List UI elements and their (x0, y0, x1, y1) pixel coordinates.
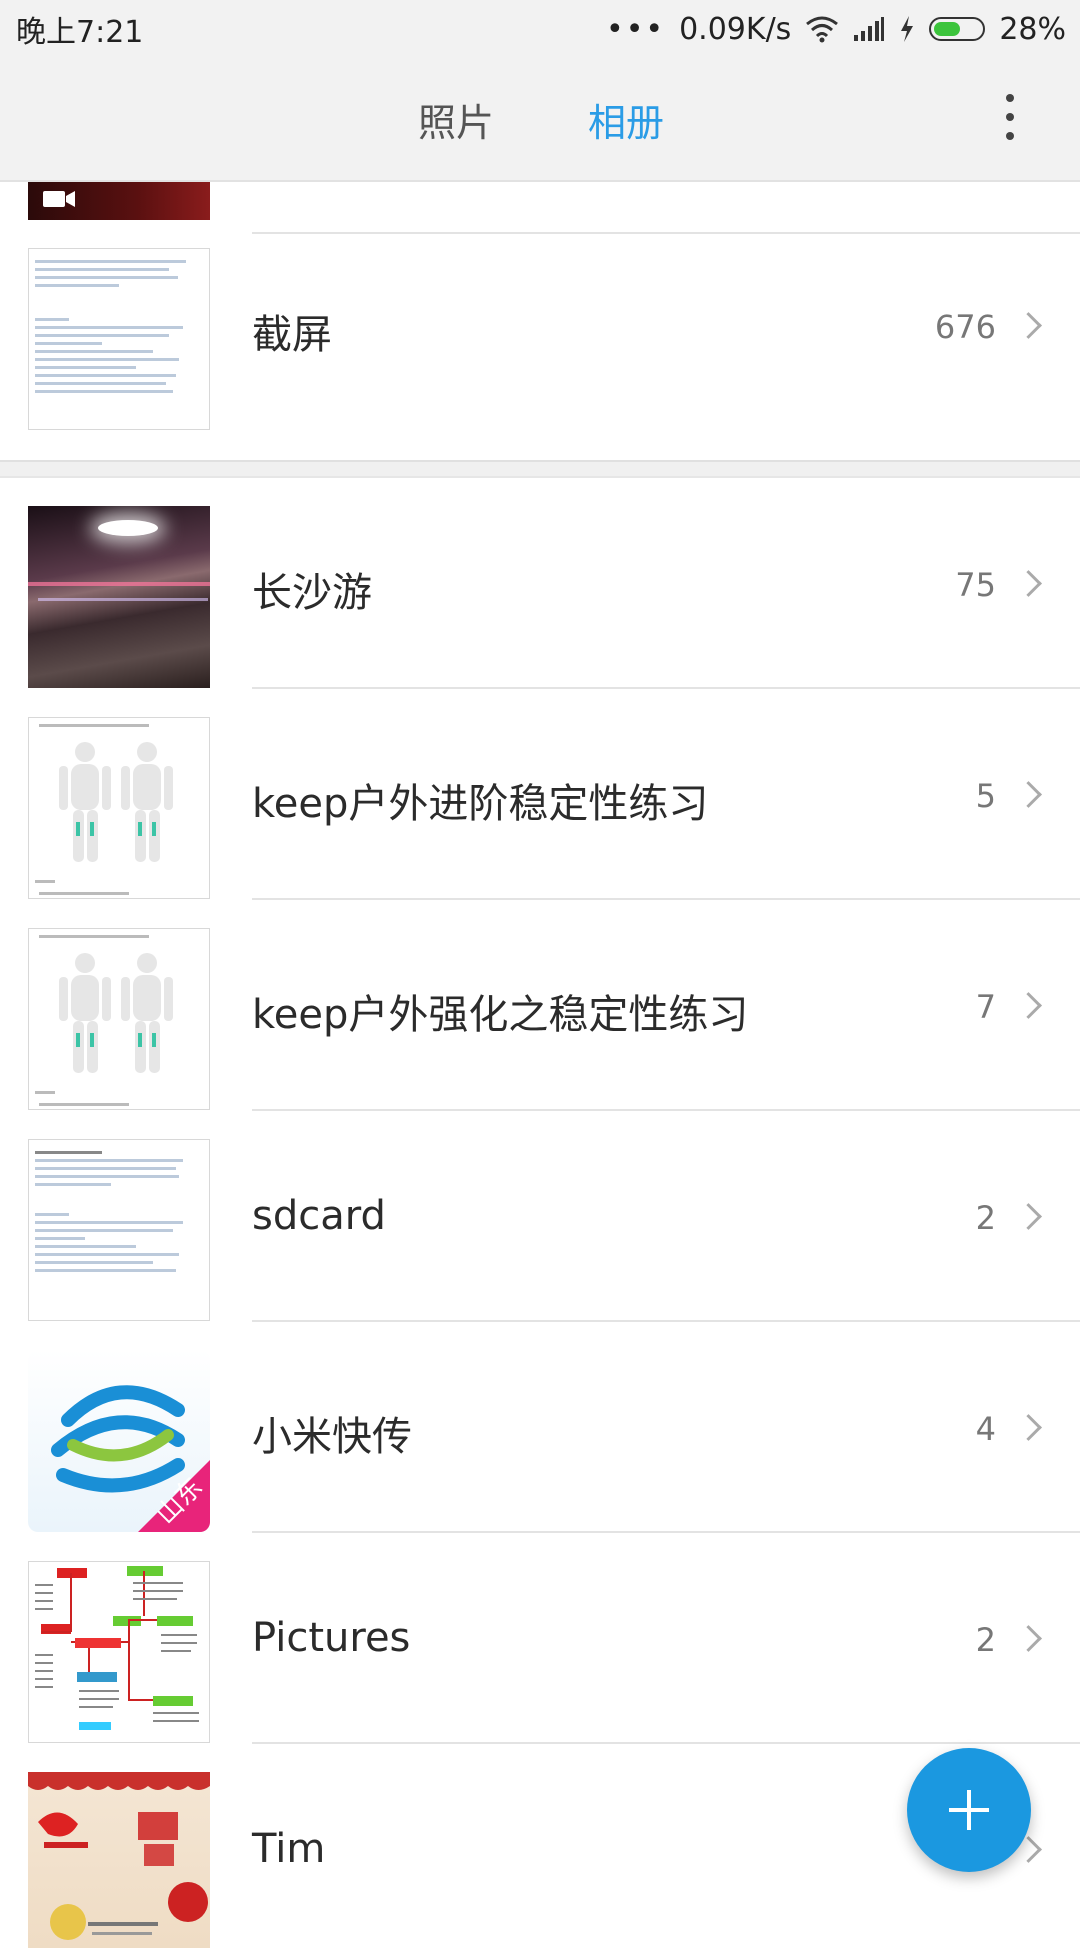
album-count: 75 (955, 566, 996, 604)
album-thumbnail (28, 1561, 210, 1743)
battery-icon (929, 17, 986, 41)
album-row-keep-advanced[interactable]: keep户外进阶稳定性练习 5 (0, 689, 1080, 900)
status-icons: ••• 0.09K/s 28% (606, 12, 1066, 47)
tab-photos[interactable]: 照片 (418, 92, 494, 147)
album-thumbnail: 山东 (28, 1350, 210, 1532)
album-thumbnail (28, 1772, 210, 1948)
album-count: 676 (934, 308, 996, 346)
album-row-xiaomi-transfer[interactable]: 山东 小米快传 4 (0, 1322, 1080, 1533)
chevron-right-icon (1015, 992, 1042, 1019)
album-row-pictures[interactable]: Pictures 2 (0, 1533, 1080, 1744)
more-vert-icon[interactable] (1000, 94, 1020, 140)
album-count: 2 (975, 1621, 996, 1659)
album-count: 5 (975, 777, 996, 815)
album-name: 小米快传 (252, 1414, 412, 1460)
video-camera-icon (43, 191, 75, 207)
tab-albums[interactable]: 相册 (588, 92, 664, 147)
album-count: 2 (975, 1199, 996, 1237)
signal-icon (854, 17, 885, 41)
album-thumbnail (28, 717, 210, 899)
mind-map-icon (35, 1566, 199, 1730)
album-thumbnail (28, 182, 210, 220)
album-name: 截屏 (252, 312, 332, 358)
album-row-keep-strength[interactable]: keep户外强化之稳定性练习 7 (0, 900, 1080, 1111)
network-speed: 0.09K/s (679, 11, 792, 47)
section-separator (0, 460, 1080, 478)
album-row-changsha[interactable]: 长沙游 75 (0, 478, 1080, 689)
more-notifications-icon: ••• (606, 11, 666, 47)
album-name: Pictures (252, 1615, 411, 1661)
chevron-right-icon (1015, 570, 1042, 597)
battery-percent: 28% (999, 11, 1066, 47)
album-name: keep户外强化之稳定性练习 (252, 992, 749, 1038)
album-name: 长沙游 (252, 570, 372, 616)
status-time: 晚上7:21 (16, 15, 144, 50)
album-count: 7 (975, 988, 996, 1026)
album-thumbnail (28, 248, 210, 430)
body-figure-icon (59, 953, 173, 1073)
album-name: Tim (252, 1826, 326, 1872)
chevron-right-icon (1015, 1203, 1042, 1230)
charging-icon (901, 16, 914, 42)
chevron-right-icon (1015, 1625, 1042, 1652)
top-bar: 照片 相册 (0, 58, 1080, 182)
album-thumbnail (28, 928, 210, 1110)
album-thumbnail (28, 506, 210, 688)
album-thumbnail (28, 1139, 210, 1321)
album-name: keep户外进阶稳定性练习 (252, 781, 709, 827)
add-album-button[interactable] (907, 1748, 1031, 1872)
album-count: 4 (975, 1410, 996, 1448)
album-row-screenshots[interactable]: 截屏 676 (0, 220, 1080, 431)
album-row-sdcard[interactable]: sdcard 2 (0, 1111, 1080, 1322)
chevron-right-icon (1015, 781, 1042, 808)
body-figure-icon (59, 742, 173, 862)
plus-icon (949, 1790, 989, 1830)
chevron-right-icon (1015, 1414, 1042, 1441)
chevron-right-icon (1015, 312, 1042, 339)
album-name: sdcard (252, 1193, 386, 1239)
wifi-icon (806, 16, 839, 43)
status-bar: 晚上7:21 ••• 0.09K/s 28% (0, 0, 1080, 58)
festival-poster-icon (28, 1772, 210, 1940)
